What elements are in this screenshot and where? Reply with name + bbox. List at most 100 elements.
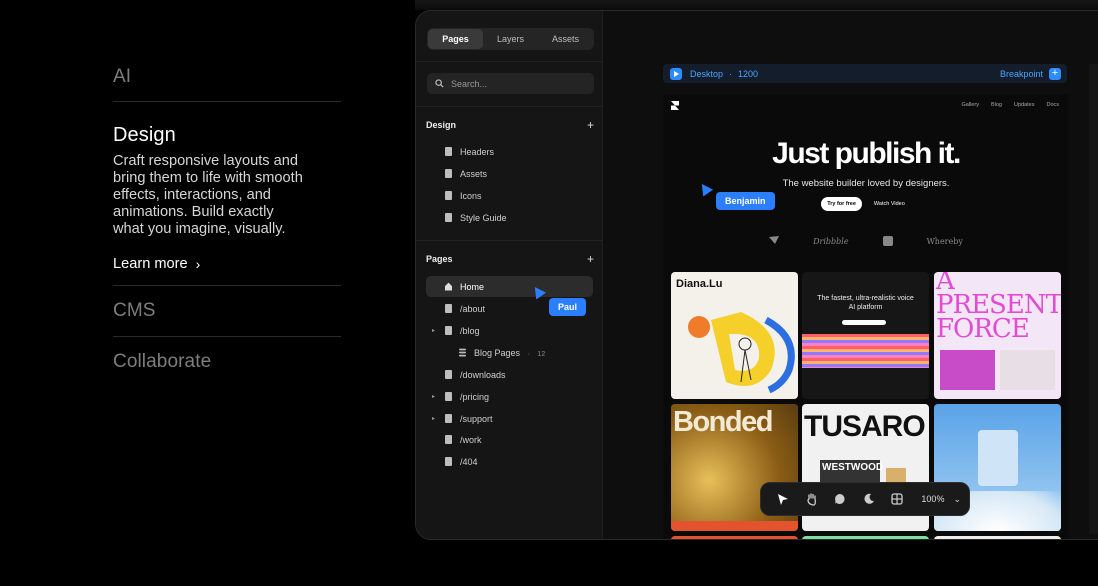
next-frame-edge (1089, 64, 1098, 534)
grid-tool[interactable] (883, 486, 911, 512)
pages-section-header: Pages + (426, 252, 594, 266)
hand-icon (807, 492, 816, 506)
design-item-style-guide[interactable]: Style Guide (426, 207, 593, 228)
comment-tool[interactable] (826, 486, 854, 512)
feature-ai-title: AI (113, 66, 132, 87)
card-footer (671, 521, 798, 531)
window-top-edge (415, 0, 1098, 10)
search-box[interactable] (427, 73, 594, 94)
design-item-headers[interactable]: Headers (426, 141, 593, 162)
expand-caret-icon[interactable]: ▸ (432, 393, 435, 400)
grid-icon (891, 493, 903, 505)
page-item-support[interactable]: ▸ /support (426, 408, 593, 429)
feature-collaborate[interactable]: Collaborate (113, 337, 341, 373)
design-item-icons[interactable]: Icons (426, 185, 593, 206)
search-input[interactable] (451, 78, 581, 89)
page-item-home[interactable]: Home (426, 276, 593, 297)
dark-mode-icon (864, 493, 874, 504)
preview-nav-updates[interactable]: Updates (1014, 102, 1035, 108)
card-subtitle: WESTWOOD (822, 462, 884, 473)
template-card-present-force[interactable]: A PRESENT FORCE (934, 272, 1061, 399)
breakpoint-separator: · (729, 68, 733, 79)
design-item-assets[interactable]: Assets (426, 163, 593, 184)
pages-section-title: Pages (426, 254, 453, 264)
design-item-label: Icons (460, 190, 482, 201)
breakpoint-width: 1200 (738, 68, 759, 79)
collection-dot: · (527, 350, 530, 358)
page-item-blog[interactable]: ▸ /blog (426, 320, 593, 341)
collection-count: 12 (537, 350, 546, 358)
breakpoint-device[interactable]: Desktop (690, 69, 723, 79)
template-card-diana[interactable]: Diana.Lu (671, 272, 798, 399)
template-card-voice-ai[interactable]: The fastest, ultra-realistic voice AI pl… (802, 272, 929, 399)
page-item-downloads[interactable]: /downloads (426, 364, 593, 385)
breakpoint-bar: Desktop · 1200 Breakpoint + (663, 64, 1067, 83)
preview-nav: Gallery Blog Updates Docs (962, 102, 1059, 108)
logo-strip: Dribbble Whereby (663, 236, 1069, 246)
expand-caret-icon[interactable]: ▸ (432, 415, 435, 422)
page-icon (445, 435, 452, 444)
page-item-blog-pages[interactable]: Blog Pages · 12 (426, 342, 593, 363)
preview-play-button[interactable] (670, 67, 682, 80)
page-icon (445, 169, 452, 178)
add-design-item-button[interactable]: + (587, 118, 594, 132)
feature-design[interactable]: Design Craft responsive layouts and brin… (113, 102, 341, 286)
tab-pages[interactable]: Pages (428, 29, 483, 49)
template-card-peek (802, 536, 929, 539)
feature-cms[interactable]: CMS (113, 286, 341, 337)
template-card-peek (671, 536, 798, 539)
chevron-down-icon: ⌄ (953, 493, 961, 504)
divider (416, 106, 603, 107)
add-page-button[interactable]: + (587, 252, 594, 266)
feature-ai[interactable]: AI (113, 60, 341, 102)
tab-layers[interactable]: Layers (483, 29, 538, 49)
feature-collaborate-title: Collaborate (113, 351, 212, 372)
page-item-pricing[interactable]: ▸ /pricing (426, 386, 593, 407)
page-icon (445, 304, 452, 313)
feature-design-description: Craft responsive layouts and bring them … (113, 153, 303, 237)
divider (416, 240, 603, 241)
watch-video-button[interactable]: Watch Video (868, 197, 911, 211)
card-button (842, 320, 886, 325)
database-icon (459, 348, 466, 357)
preview-nav-gallery[interactable]: Gallery (962, 102, 979, 108)
expand-caret-icon[interactable]: ▸ (432, 327, 435, 334)
learn-more-label: Learn more (113, 256, 188, 272)
feature-design-title: Design (113, 124, 176, 146)
page-icon (445, 191, 452, 200)
card-title: TUSARO (804, 410, 926, 443)
design-section-header: Design + (426, 118, 594, 132)
preview-nav-docs[interactable]: Docs (1046, 102, 1059, 108)
design-canvas[interactable]: Desktop · 1200 Breakpoint + Gallery Blog… (603, 11, 1098, 539)
page-item-label: /blog (460, 325, 480, 336)
collaborator-cursor-paul: Paul (549, 298, 587, 316)
card-image (940, 350, 995, 390)
tab-assets[interactable]: Assets (538, 29, 593, 49)
learn-more-link[interactable]: Learn more › (113, 256, 341, 272)
page-icon (445, 213, 452, 222)
page-item-label: /work (460, 434, 482, 445)
page-icon (445, 326, 452, 335)
page-item-work[interactable]: /work (426, 429, 593, 450)
page-item-404[interactable]: /404 (426, 451, 593, 472)
add-breakpoint[interactable]: Breakpoint + (1000, 67, 1061, 80)
add-breakpoint-button[interactable]: + (1049, 67, 1061, 80)
dark-mode-tool[interactable] (854, 486, 882, 512)
page-item-label: /downloads (460, 369, 506, 380)
try-free-button[interactable]: Try for free (821, 197, 862, 211)
desktop-frame[interactable]: Gallery Blog Updates Docs Just publish i… (663, 94, 1069, 539)
card-title: Bonded (673, 406, 773, 438)
bird-logo-icon (769, 236, 780, 246)
preview-nav-blog[interactable]: Blog (991, 102, 1002, 108)
design-item-label: Headers (460, 146, 495, 157)
home-icon (445, 282, 452, 291)
zoom-control[interactable]: 100% ⌄ (921, 494, 961, 505)
hand-tool[interactable] (797, 486, 825, 512)
canvas-toolbar: 100% ⌄ (760, 482, 970, 516)
search-icon (435, 79, 444, 88)
framer-logo-icon (671, 101, 679, 110)
select-tool[interactable] (769, 486, 797, 512)
collaborator-cursor-benjamin: Benjamin (716, 192, 775, 210)
comment-icon (835, 494, 845, 504)
feature-cms-title: CMS (113, 300, 156, 321)
